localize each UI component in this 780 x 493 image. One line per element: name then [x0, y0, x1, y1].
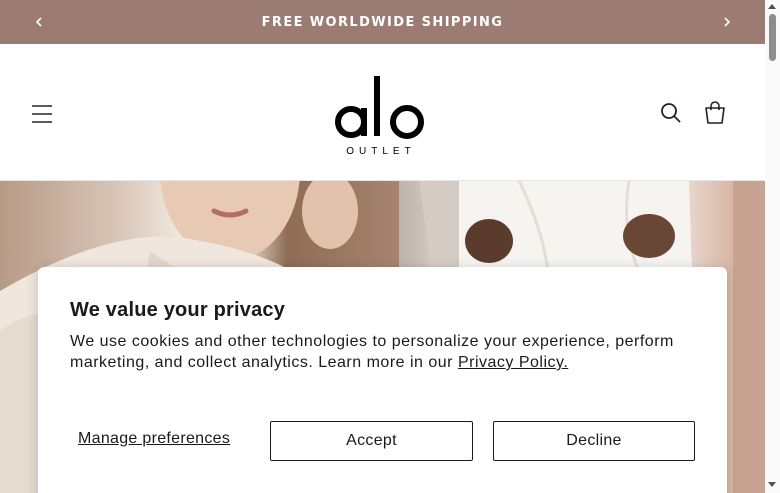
hamburger-menu-icon[interactable]: [30, 103, 54, 125]
search-icon[interactable]: [659, 101, 683, 125]
manage-preferences-link[interactable]: Manage preferences: [78, 430, 230, 448]
announcement-text: FREE WORLDWIDE SHIPPING: [261, 14, 504, 30]
accept-button[interactable]: Accept: [270, 421, 473, 461]
privacy-consent-dialog: We value your privacy We use cookies and…: [38, 267, 727, 493]
site-header: OUTLET: [0, 44, 765, 181]
chevron-right-icon[interactable]: [716, 12, 736, 32]
site-logo[interactable]: OUTLET: [333, 76, 429, 157]
scrollbar-thumb[interactable]: [769, 14, 776, 61]
privacy-dialog-title: We value your privacy: [70, 299, 286, 321]
cart-icon[interactable]: [703, 100, 727, 126]
vertical-scrollbar[interactable]: [765, 0, 780, 493]
privacy-dialog-text: We use cookies and other technologies to…: [70, 333, 674, 371]
decline-button[interactable]: Decline: [493, 421, 695, 461]
privacy-policy-link[interactable]: Privacy Policy.: [458, 354, 568, 371]
logo-subtext: OUTLET: [346, 146, 415, 156]
announcement-bar: FREE WORLDWIDE SHIPPING: [0, 0, 765, 44]
privacy-dialog-body: We use cookies and other technologies to…: [70, 331, 695, 373]
page: FREE WORLDWIDE SHIPPING OUTLET We value …: [0, 0, 780, 493]
chevron-left-icon[interactable]: [30, 12, 50, 32]
scroll-down-arrow-icon[interactable]: [768, 482, 776, 487]
scroll-up-arrow-icon[interactable]: [768, 4, 776, 9]
